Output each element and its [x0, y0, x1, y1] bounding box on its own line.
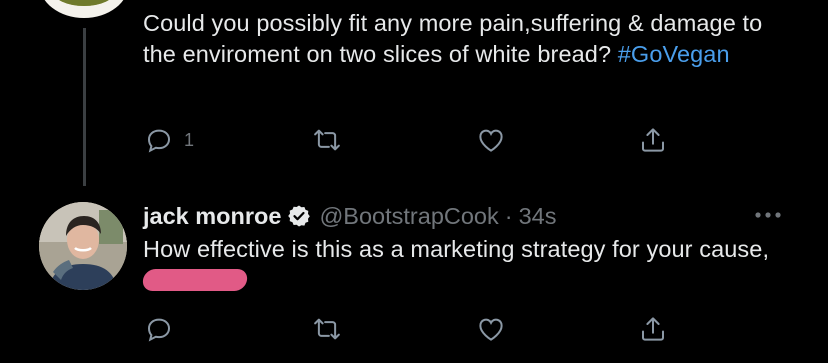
- share-button[interactable]: [638, 309, 668, 349]
- retweet-icon: [314, 318, 340, 340]
- more-icon[interactable]: [752, 205, 784, 225]
- share-icon: [642, 317, 664, 341]
- retweet-button[interactable]: [312, 120, 342, 160]
- share-button[interactable]: [638, 120, 668, 160]
- tweet-1-text: Could you possibly fit any more pain,suf…: [143, 8, 773, 70]
- like-button[interactable]: [476, 120, 506, 160]
- hashtag-link[interactable]: #GoVegan: [618, 41, 730, 67]
- share-icon: [642, 128, 664, 152]
- tweet-1-actions: 1: [144, 120, 684, 160]
- like-icon: [479, 129, 503, 152]
- user-handle[interactable]: @BootstrapCook: [319, 203, 498, 230]
- redaction-mark: [141, 269, 249, 291]
- retweet-icon: [314, 129, 340, 151]
- tweet-2-body: How effective is this as a marketing str…: [143, 236, 770, 262]
- tweet-2-header: jack monroe @BootstrapCook · 34s: [143, 202, 556, 230]
- separator-dot: ·: [504, 202, 513, 229]
- reply-icon: [147, 129, 171, 153]
- verified-icon: [288, 205, 311, 227]
- display-name[interactable]: jack monroe: [143, 203, 281, 230]
- reply-icon: [147, 318, 171, 342]
- tweet-2-text: How effective is this as a marketing str…: [141, 234, 783, 296]
- avatar-food-image: [53, 0, 115, 6]
- reply-count: 1: [184, 129, 195, 150]
- reply-button[interactable]: 1: [144, 120, 194, 160]
- avatar-previous-tweet[interactable]: [39, 0, 129, 18]
- retweet-button[interactable]: [312, 309, 342, 349]
- timestamp[interactable]: 34s: [519, 203, 557, 230]
- like-button[interactable]: [476, 309, 506, 349]
- avatar-photo: [39, 202, 127, 290]
- thread-line: [83, 28, 86, 186]
- like-icon: [479, 318, 503, 341]
- tweet-2-actions: [144, 309, 684, 349]
- reply-button[interactable]: [144, 309, 174, 349]
- avatar-jack-monroe[interactable]: [39, 202, 127, 290]
